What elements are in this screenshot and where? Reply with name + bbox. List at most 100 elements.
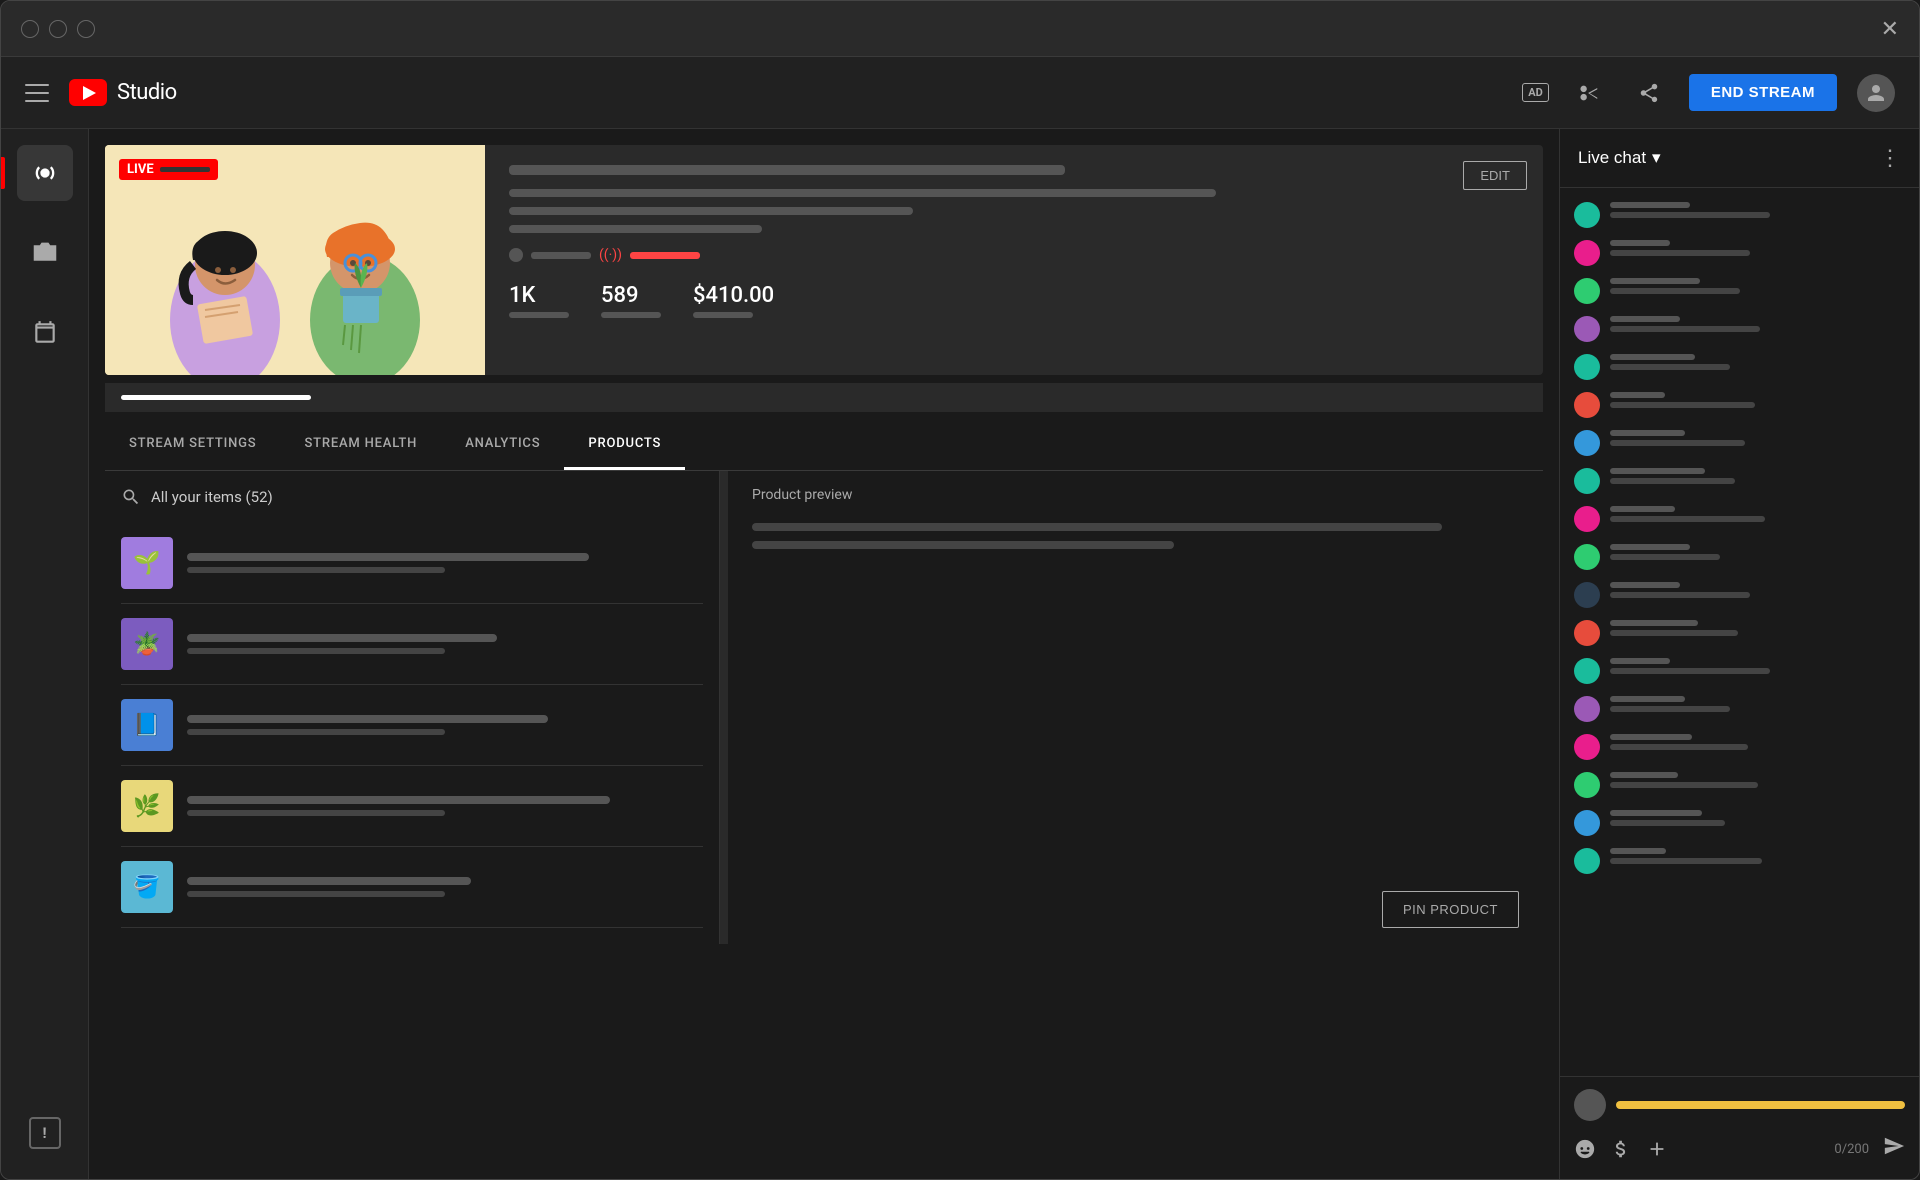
sidebar-item-calendar[interactable] (17, 305, 73, 361)
user-avatar[interactable] (1857, 74, 1895, 112)
progress-bar-container[interactable] (105, 383, 1543, 412)
chat-username (1610, 468, 1705, 474)
chat-username (1610, 354, 1695, 360)
chat-username (1610, 506, 1675, 512)
pin-product-button[interactable]: PIN PRODUCT (1382, 891, 1519, 928)
tab-stream-health[interactable]: STREAM HEALTH (280, 420, 441, 470)
viewers-stat: 1K (509, 283, 569, 318)
share-button[interactable] (1629, 73, 1669, 113)
title-bar: ✕ (1, 1, 1919, 57)
viewers-value: 1K (509, 283, 569, 308)
feedback-icon-area: ! (29, 1103, 61, 1163)
chat-message (1560, 196, 1919, 234)
chat-username (1610, 696, 1685, 702)
chat-text (1610, 478, 1735, 484)
chat-avatar (1574, 316, 1600, 342)
chat-username (1610, 810, 1702, 816)
chat-avatar (1574, 772, 1600, 798)
list-item: 🪴 (121, 604, 703, 685)
chat-avatar (1574, 392, 1600, 418)
chat-content (1610, 734, 1905, 750)
chat-avatar (1574, 848, 1600, 874)
add-button[interactable] (1646, 1138, 1668, 1160)
chat-text (1610, 782, 1758, 788)
tab-analytics[interactable]: ANALYTICS (441, 420, 564, 470)
stream-desc-bar-1 (509, 189, 1216, 197)
chat-text (1610, 820, 1725, 826)
chat-avatar (1574, 734, 1600, 760)
list-item: 📘 (121, 685, 703, 766)
close-control[interactable] (77, 20, 95, 38)
top-nav: Studio AD END STREAM (1, 57, 1919, 129)
chat-message (1560, 310, 1919, 348)
tab-products[interactable]: PRODUCTS (564, 420, 685, 470)
chat-message (1560, 766, 1919, 804)
live-signal-icon: ((·)) (599, 247, 622, 263)
chat-actions-row: 0/200 (1574, 1131, 1905, 1167)
chat-content (1610, 810, 1905, 826)
chat-username (1610, 430, 1685, 436)
chat-content (1610, 468, 1905, 484)
chat-message (1560, 842, 1919, 880)
live-chat-dropdown[interactable]: Live chat ▾ (1578, 148, 1661, 168)
super-chat-button[interactable] (1610, 1138, 1632, 1160)
logo-text: Studio (117, 80, 177, 105)
stream-tag-bar (509, 225, 762, 233)
chat-content (1610, 696, 1905, 712)
chat-input-area: 0/200 (1560, 1076, 1919, 1179)
tab-stream-settings[interactable]: STREAM SETTINGS (105, 420, 280, 470)
end-stream-button[interactable]: END STREAM (1689, 74, 1837, 111)
chat-text (1610, 364, 1730, 370)
list-item: 🌱 (121, 523, 703, 604)
hamburger-menu[interactable] (25, 84, 49, 102)
chat-username (1610, 240, 1670, 246)
chat-message (1560, 614, 1919, 652)
feedback-button[interactable]: ! (29, 1117, 61, 1149)
window-frame: ✕ Studio AD END STREAM (0, 0, 1920, 1180)
chat-content (1610, 202, 1905, 218)
maximize-control[interactable] (49, 20, 67, 38)
send-button[interactable] (1883, 1135, 1905, 1163)
list-item: 🪣 (121, 847, 703, 928)
chat-message (1560, 348, 1919, 386)
chat-avatar (1574, 202, 1600, 228)
product-info (187, 553, 703, 573)
chat-content (1610, 620, 1905, 636)
sidebar-item-live[interactable] (17, 145, 73, 201)
tab-content: All your items (52) 🌱 🪴 (105, 471, 1543, 944)
viewer-bar (531, 252, 591, 259)
product-info (187, 877, 703, 897)
product-name (187, 634, 497, 642)
product-name (187, 796, 610, 804)
product-thumbnail: 🪣 (121, 861, 173, 913)
product-preview-panel: Product preview PIN PRODUCT (728, 471, 1543, 944)
scissors-button[interactable] (1569, 73, 1609, 113)
chat-content (1610, 240, 1905, 256)
chat-username (1610, 392, 1665, 398)
product-thumbnail: 📘 (121, 699, 173, 751)
emoji-button[interactable] (1574, 1138, 1596, 1160)
stream-title-bar (509, 165, 1065, 175)
left-sidebar: ! (1, 129, 89, 1179)
chat-avatar (1574, 468, 1600, 494)
chat-input-bar[interactable] (1616, 1101, 1905, 1109)
video-preview: LIVE (105, 145, 485, 375)
window-close-button[interactable]: ✕ (1881, 16, 1899, 42)
chat-title-text: Live chat (1578, 148, 1646, 168)
tabs-row: STREAM SETTINGS STREAM HEALTH ANALYTICS … (105, 420, 1543, 471)
product-price (187, 648, 445, 654)
chat-avatar (1574, 506, 1600, 532)
chat-more-button[interactable]: ⋮ (1879, 145, 1901, 171)
chat-username (1610, 620, 1698, 626)
sidebar-item-camera[interactable] (17, 225, 73, 281)
product-info (187, 715, 703, 735)
chat-messages (1560, 188, 1919, 1076)
chat-content (1610, 316, 1905, 332)
edit-button[interactable]: EDIT (1463, 161, 1527, 190)
minimize-control[interactable] (21, 20, 39, 38)
products-list: All your items (52) 🌱 🪴 (105, 471, 720, 944)
stream-desc-bar-2 (509, 207, 913, 215)
chat-dropdown-icon: ▾ (1652, 148, 1661, 168)
search-label[interactable]: All your items (52) (151, 488, 273, 506)
chat-message (1560, 576, 1919, 614)
